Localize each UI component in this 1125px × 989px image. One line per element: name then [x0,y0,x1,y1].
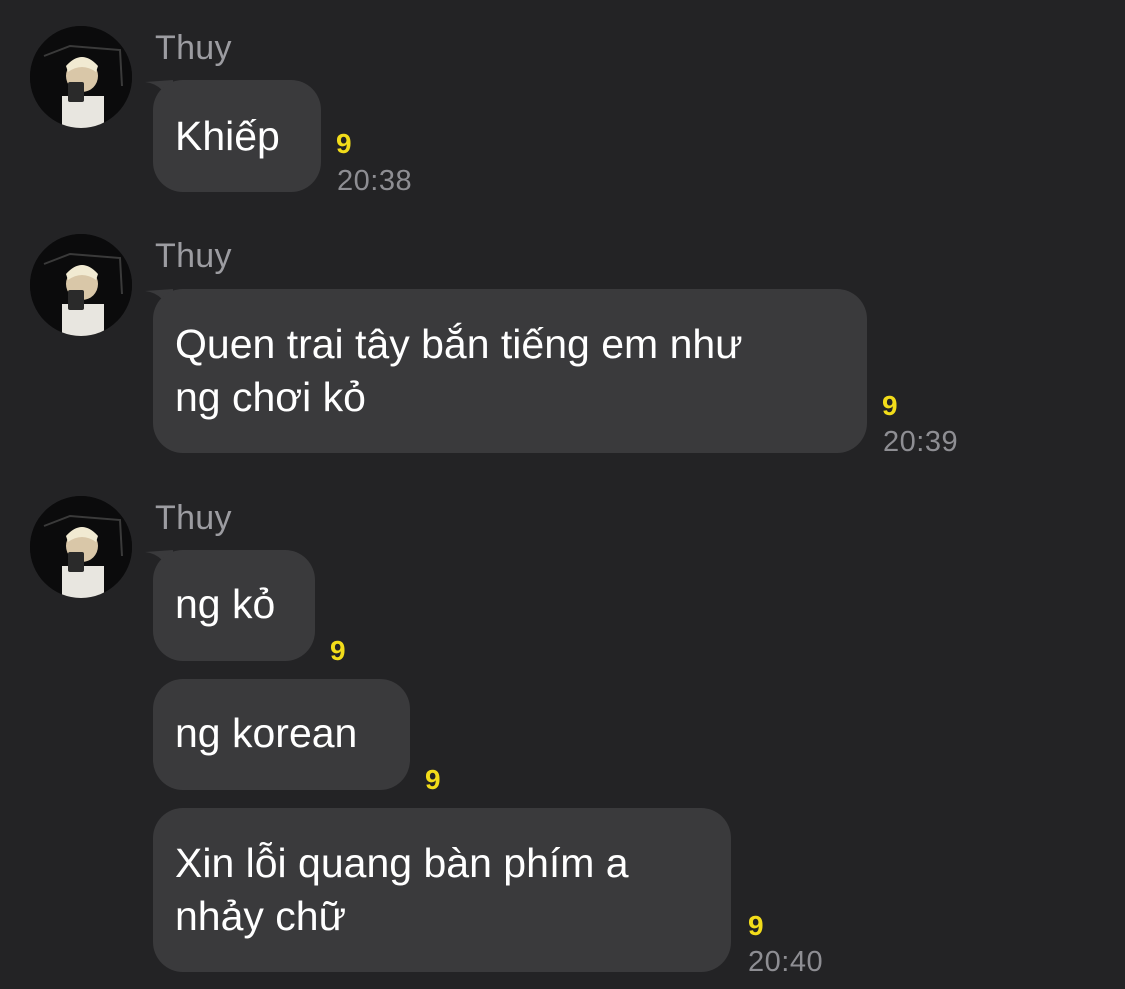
chat-message-list[interactable]: Thuy Khiếp 9 20:38 Thuy Quen trai tây bắ… [0,0,1125,989]
message-text-line: Quen trai tây bắn tiếng em như [175,321,743,367]
sender-avatar[interactable] [30,496,132,598]
read-count: 9 [425,764,441,795]
read-count: 9 [748,910,764,941]
message-timestamp: 20:39 [883,426,959,458]
message-bubble[interactable]: Xin lỗi quang bàn phím a nhảy chữ [153,808,731,972]
read-count: 9 [330,635,346,666]
message-timestamp: 20:38 [337,165,413,197]
read-count: 9 [882,390,898,421]
sender-avatar[interactable] [30,234,132,336]
message-text-line: ng chơi kỏ [175,374,366,420]
message-bubble[interactable]: Quen trai tây bắn tiếng em như ng chơi k… [153,289,867,453]
message-text-line: Xin lỗi quang bàn phím a [175,840,629,886]
sender-name: Thuy [155,499,232,537]
sender-avatar[interactable] [30,26,132,128]
sender-name: Thuy [155,29,232,67]
message-text: ng korean [175,710,358,756]
message-text-line: nhảy chữ [175,893,347,939]
message-timestamp: 20:40 [748,946,824,978]
message-bubble[interactable]: ng korean [153,679,410,790]
message-text: Khiếp [175,113,280,159]
read-count: 9 [336,128,352,159]
message-bubble[interactable]: Khiếp [153,80,321,192]
message-text: ng kỏ [175,581,276,627]
message-bubble[interactable]: ng kỏ [153,550,315,661]
sender-name: Thuy [155,237,232,275]
